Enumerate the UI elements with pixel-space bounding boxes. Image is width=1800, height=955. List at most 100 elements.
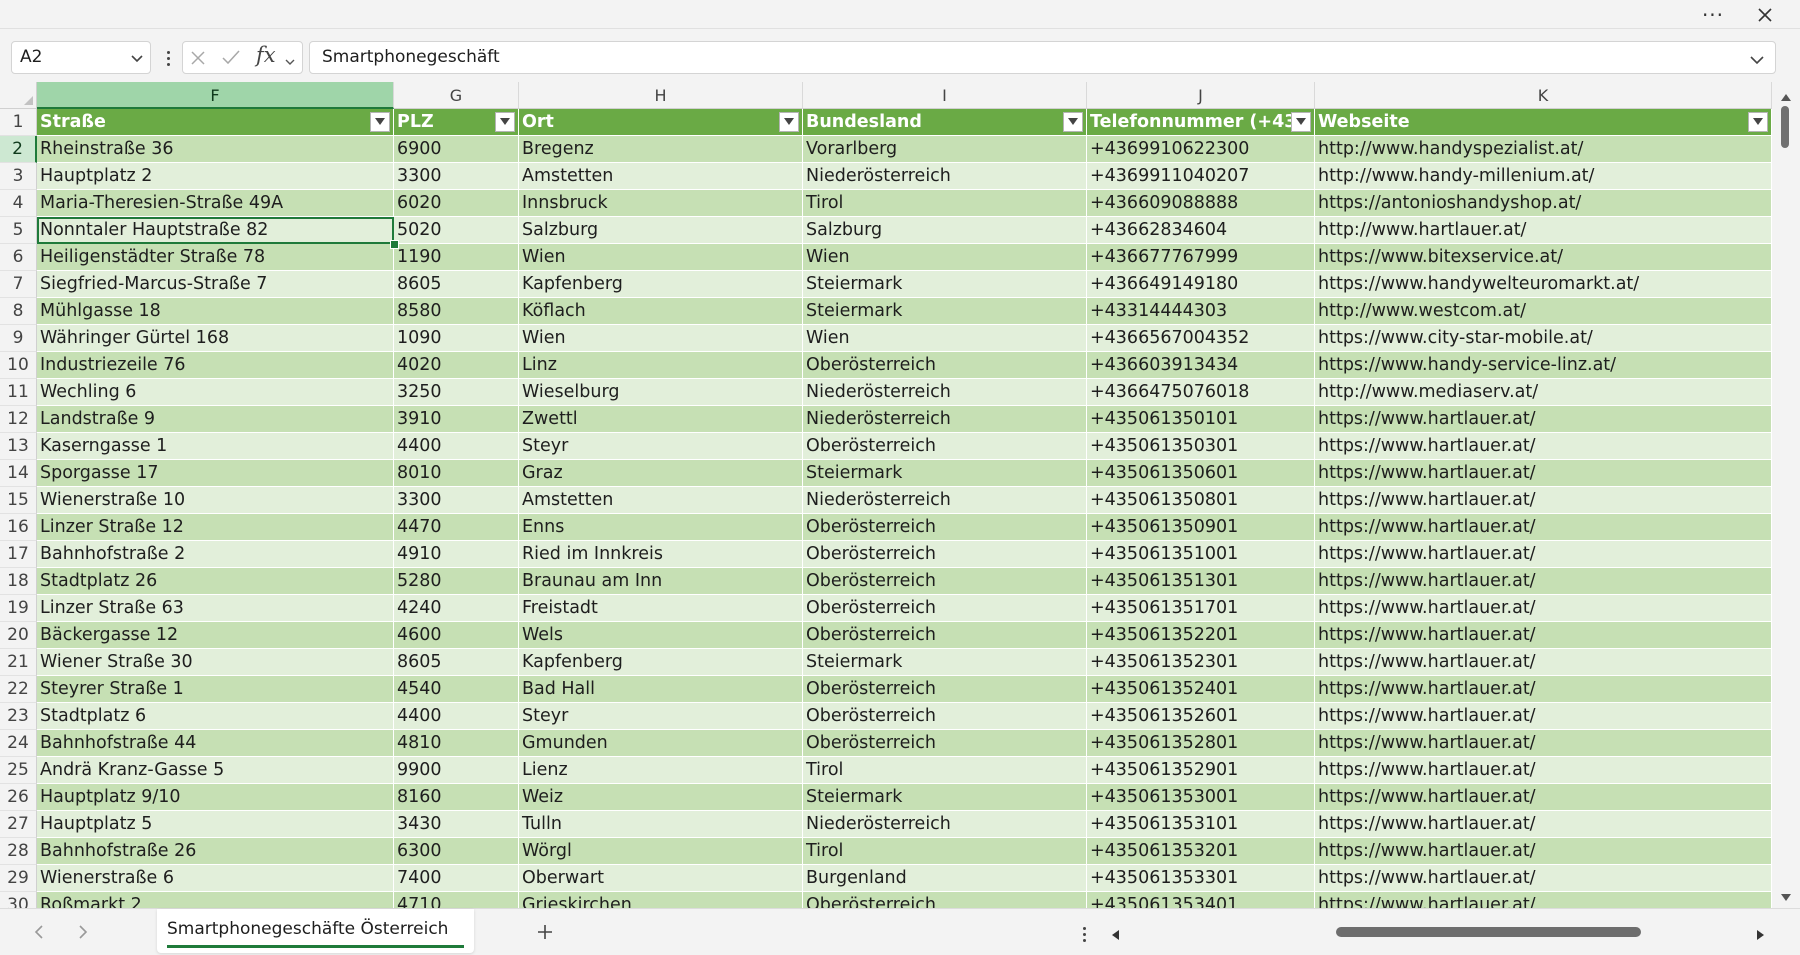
row-header[interactable]: 8 — [0, 298, 37, 325]
row-header[interactable]: 23 — [0, 703, 37, 730]
cell-bundesland[interactable]: Tirol — [803, 838, 1087, 865]
row-header[interactable]: 18 — [0, 568, 37, 595]
cell-ort[interactable]: Innsbruck — [519, 190, 803, 217]
cell-strasse[interactable]: Stadtplatz 6 — [37, 703, 394, 730]
cell-bundesland[interactable]: Oberösterreich — [803, 541, 1087, 568]
column-header-g[interactable]: G — [394, 82, 519, 109]
cell-strasse[interactable]: Heiligenstädter Straße 78 — [37, 244, 394, 271]
cell-telefon[interactable]: +435061352601 — [1087, 703, 1315, 730]
cell-ort[interactable]: Wörgl — [519, 838, 803, 865]
cell-strasse[interactable]: Andrä Kranz-Gasse 5 — [37, 757, 394, 784]
cell-plz[interactable]: 1090 — [394, 325, 519, 352]
cell-bundesland[interactable]: Tirol — [803, 757, 1087, 784]
cell-telefon[interactable]: +435061352401 — [1087, 676, 1315, 703]
cell-ort[interactable]: Tulln — [519, 811, 803, 838]
cell-webseite[interactable]: http://www.westcom.at/ — [1315, 298, 1772, 325]
cell-plz[interactable]: 9900 — [394, 757, 519, 784]
cell-plz[interactable]: 4240 — [394, 595, 519, 622]
cell-ort[interactable]: Enns — [519, 514, 803, 541]
cell-bundesland[interactable]: Oberösterreich — [803, 892, 1087, 908]
cell-webseite[interactable]: https://www.hartlauer.at/ — [1315, 730, 1772, 757]
cell-telefon[interactable]: +435061351301 — [1087, 568, 1315, 595]
column-title-webseite[interactable]: Webseite — [1315, 109, 1772, 136]
cell-bundesland[interactable]: Wien — [803, 244, 1087, 271]
cell-webseite[interactable]: https://www.hartlauer.at/ — [1315, 487, 1772, 514]
cell-webseite[interactable]: https://www.hartlauer.at/ — [1315, 541, 1772, 568]
row-header[interactable]: 17 — [0, 541, 37, 568]
cell-strasse[interactable]: Sporgasse 17 — [37, 460, 394, 487]
cell-webseite[interactable]: https://www.hartlauer.at/ — [1315, 514, 1772, 541]
cell-telefon[interactable]: +435061351001 — [1087, 541, 1315, 568]
cell-strasse[interactable]: Wiener Straße 30 — [37, 649, 394, 676]
cell-strasse[interactable]: Wechling 6 — [37, 379, 394, 406]
cell-webseite[interactable]: https://www.hartlauer.at/ — [1315, 676, 1772, 703]
row-header[interactable]: 16 — [0, 514, 37, 541]
formula-input[interactable]: Smartphonegeschäft — [309, 41, 1776, 74]
row-header[interactable]: 15 — [0, 487, 37, 514]
cell-bundesland[interactable]: Niederösterreich — [803, 379, 1087, 406]
cell-telefon[interactable]: +436677767999 — [1087, 244, 1315, 271]
row-header[interactable]: 5 — [0, 217, 37, 244]
row-header[interactable]: 4 — [0, 190, 37, 217]
cell-bundesland[interactable]: Oberösterreich — [803, 730, 1087, 757]
row-header[interactable]: 25 — [0, 757, 37, 784]
cell-plz[interactable]: 7400 — [394, 865, 519, 892]
cell-bundesland[interactable]: Wien — [803, 325, 1087, 352]
cell-ort[interactable]: Wien — [519, 244, 803, 271]
cell-plz[interactable]: 6900 — [394, 136, 519, 163]
cell-webseite[interactable]: https://www.hartlauer.at/ — [1315, 649, 1772, 676]
cell-bundesland[interactable]: Steiermark — [803, 460, 1087, 487]
cell-strasse[interactable]: Mühlgasse 18 — [37, 298, 394, 325]
name-box[interactable]: A2 — [11, 41, 151, 74]
cell-bundesland[interactable]: Oberösterreich — [803, 703, 1087, 730]
chevron-down-icon[interactable] — [130, 51, 144, 70]
cell-strasse[interactable]: Linzer Straße 12 — [37, 514, 394, 541]
cell-webseite[interactable]: https://www.hartlauer.at/ — [1315, 838, 1772, 865]
cell-webseite[interactable]: https://www.hartlauer.at/ — [1315, 568, 1772, 595]
filter-dropdown-icon[interactable] — [370, 112, 390, 132]
row-header[interactable]: 13 — [0, 433, 37, 460]
cell-ort[interactable]: Wieselburg — [519, 379, 803, 406]
cell-bundesland[interactable]: Steiermark — [803, 298, 1087, 325]
select-all-button[interactable] — [0, 82, 37, 109]
cell-ort[interactable]: Wien — [519, 325, 803, 352]
cell-plz[interactable]: 1190 — [394, 244, 519, 271]
horizontal-scroll-thumb[interactable] — [1336, 927, 1641, 937]
cell-ort[interactable]: Salzburg — [519, 217, 803, 244]
cell-webseite[interactable]: https://www.hartlauer.at/ — [1315, 892, 1772, 908]
scroll-left-icon[interactable] — [1110, 926, 1120, 945]
cell-ort[interactable]: Zwettl — [519, 406, 803, 433]
cell-ort[interactable]: Bad Hall — [519, 676, 803, 703]
cell-plz[interactable]: 3430 — [394, 811, 519, 838]
filter-dropdown-icon[interactable] — [779, 112, 799, 132]
cell-telefon[interactable]: +435061353401 — [1087, 892, 1315, 908]
filter-dropdown-icon[interactable] — [1063, 112, 1083, 132]
cell-ort[interactable]: Graz — [519, 460, 803, 487]
column-header-j[interactable]: J — [1087, 82, 1315, 109]
row-header[interactable]: 11 — [0, 379, 37, 406]
cell-webseite[interactable]: https://www.handywelteuromarkt.at/ — [1315, 271, 1772, 298]
cell-plz[interactable]: 4710 — [394, 892, 519, 908]
cell-ort[interactable]: Ried im Innkreis — [519, 541, 803, 568]
cell-ort[interactable]: Kapfenberg — [519, 271, 803, 298]
cell-telefon[interactable]: +43314444303 — [1087, 298, 1315, 325]
cell-bundesland[interactable]: Oberösterreich — [803, 514, 1087, 541]
more-options-icon[interactable]: ··· — [1696, 0, 1730, 29]
cell-telefon[interactable]: +4366567004352 — [1087, 325, 1315, 352]
cell-plz[interactable]: 6020 — [394, 190, 519, 217]
row-header[interactable]: 3 — [0, 163, 37, 190]
cell-plz[interactable]: 4810 — [394, 730, 519, 757]
chevron-left-icon[interactable] — [28, 921, 50, 943]
cell-telefon[interactable]: +435061353301 — [1087, 865, 1315, 892]
cell-telefon[interactable]: +435061350101 — [1087, 406, 1315, 433]
cell-bundesland[interactable]: Oberösterreich — [803, 568, 1087, 595]
cell-webseite[interactable]: https://www.hartlauer.at/ — [1315, 595, 1772, 622]
cell-plz[interactable]: 8605 — [394, 271, 519, 298]
cancel-icon[interactable] — [189, 49, 207, 71]
column-title-bundesland[interactable]: Bundesland — [803, 109, 1087, 136]
filter-dropdown-icon[interactable] — [1748, 112, 1768, 132]
cell-strasse[interactable]: Wienerstraße 6 — [37, 865, 394, 892]
cell-bundesland[interactable]: Vorarlberg — [803, 136, 1087, 163]
chevron-down-icon[interactable] — [284, 53, 296, 72]
cell-strasse[interactable]: Linzer Straße 63 — [37, 595, 394, 622]
